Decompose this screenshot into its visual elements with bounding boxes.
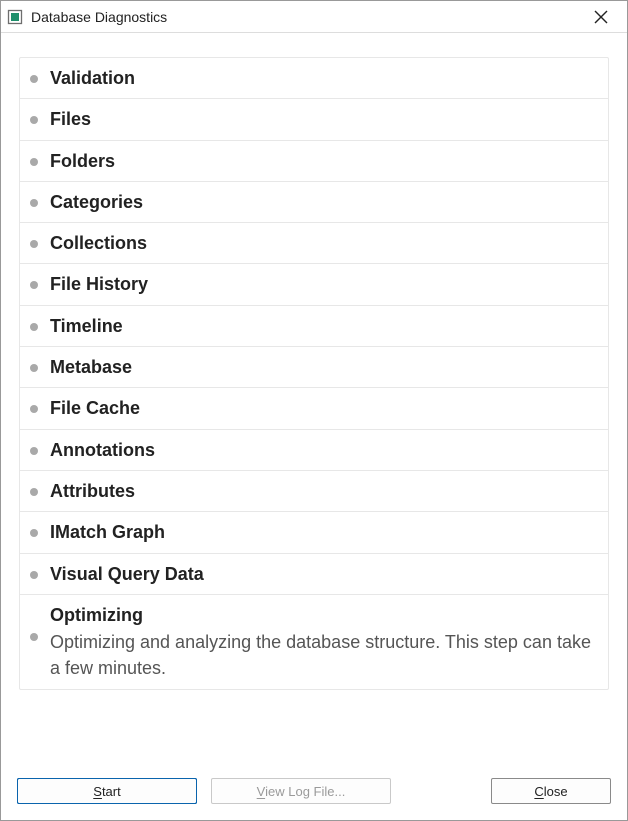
window-title: Database Diagnostics xyxy=(31,9,581,25)
diagnostic-item-name: Timeline xyxy=(50,314,596,338)
diagnostic-item-name: Optimizing xyxy=(50,603,596,627)
diagnostic-item: Categories xyxy=(20,181,608,222)
status-dot-icon xyxy=(30,281,38,289)
diagnostic-item-name: IMatch Graph xyxy=(50,520,596,544)
status-dot-icon xyxy=(30,447,38,455)
diagnostics-list: Validation Files Folders Categories Collecti… xyxy=(19,57,609,690)
status-dot-icon xyxy=(30,240,38,248)
status-dot-icon xyxy=(30,199,38,207)
status-dot-icon xyxy=(30,158,38,166)
diagnostic-item-name: Folders xyxy=(50,149,596,173)
button-label: Start xyxy=(93,784,120,799)
status-dot-icon xyxy=(30,633,38,641)
diagnostic-item: Folders xyxy=(20,140,608,181)
status-dot-icon xyxy=(30,405,38,413)
view-log-file-button[interactable]: View Log File... xyxy=(211,778,391,804)
diagnostic-item-name: File Cache xyxy=(50,396,596,420)
diagnostic-item: Annotations xyxy=(20,429,608,470)
close-button[interactable]: Close xyxy=(491,778,611,804)
status-dot-icon xyxy=(30,116,38,124)
status-dot-icon xyxy=(30,488,38,496)
dialog-footer: Start View Log File... Close xyxy=(1,772,627,820)
status-dot-icon xyxy=(30,529,38,537)
dialog-window: Database Diagnostics Validation Files Fold… xyxy=(0,0,628,821)
diagnostic-item-name: Files xyxy=(50,107,596,131)
diagnostic-item-name: Categories xyxy=(50,190,596,214)
diagnostic-item: Visual Query Data xyxy=(20,553,608,594)
close-icon[interactable] xyxy=(581,2,621,32)
diagnostic-item-description: Optimizing and analyzing the database st… xyxy=(50,629,596,681)
diagnostic-item: Timeline xyxy=(20,305,608,346)
diagnostic-item-name: Collections xyxy=(50,231,596,255)
app-icon xyxy=(7,9,23,25)
diagnostic-item: File History xyxy=(20,263,608,304)
diagnostic-item: IMatch Graph xyxy=(20,511,608,552)
button-label: View Log File... xyxy=(257,784,346,799)
diagnostic-item: File Cache xyxy=(20,387,608,428)
diagnostic-item: Validation xyxy=(20,58,608,98)
button-label: Close xyxy=(534,784,567,799)
diagnostic-item-name: Validation xyxy=(50,66,596,90)
diagnostic-item: Attributes xyxy=(20,470,608,511)
diagnostic-item-name: Annotations xyxy=(50,438,596,462)
diagnostic-item: OptimizingOptimizing and analyzing the d… xyxy=(20,594,608,689)
diagnostic-item-name: Metabase xyxy=(50,355,596,379)
diagnostic-item-name: Visual Query Data xyxy=(50,562,596,586)
dialog-body: Validation Files Folders Categories Collecti… xyxy=(1,33,627,772)
diagnostic-item: Files xyxy=(20,98,608,139)
start-button[interactable]: Start xyxy=(17,778,197,804)
diagnostic-item: Metabase xyxy=(20,346,608,387)
titlebar: Database Diagnostics xyxy=(1,1,627,33)
diagnostic-item-name: File History xyxy=(50,272,596,296)
status-dot-icon xyxy=(30,323,38,331)
diagnostic-item: Collections xyxy=(20,222,608,263)
status-dot-icon xyxy=(30,571,38,579)
diagnostic-item-name: Attributes xyxy=(50,479,596,503)
status-dot-icon xyxy=(30,364,38,372)
status-dot-icon xyxy=(30,75,38,83)
